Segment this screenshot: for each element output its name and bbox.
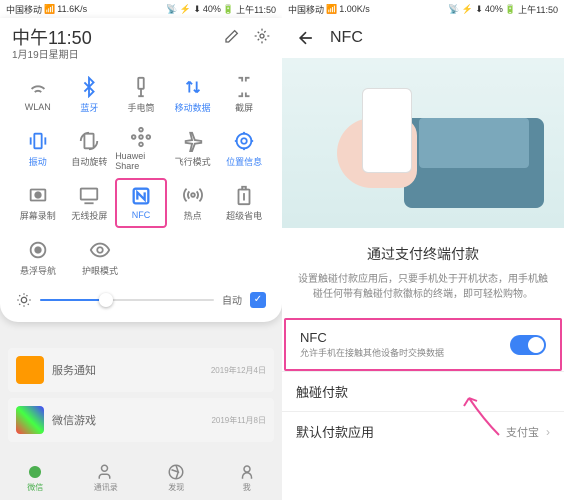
hot-icon [182, 184, 204, 206]
tile-bat[interactable]: 超级省电 [218, 178, 270, 228]
nav-通讯录[interactable]: 通讯录 [71, 456, 142, 500]
notification-app-icon [16, 406, 44, 434]
page-title: NFC [330, 29, 363, 47]
flash-icon [130, 76, 152, 98]
auto-brightness-checkbox[interactable]: ✓ [250, 292, 266, 308]
tile-eye[interactable]: 护眼模式 [82, 234, 118, 282]
tile-wifi[interactable]: WLAN [12, 70, 64, 120]
cast-icon [78, 184, 100, 206]
speed-label: 11.6K/s [57, 4, 87, 14]
section-description: 设置触碰付款应用后，只要手机处于开机状态，用手机触碰任何带有触碰付款徽标的终端，… [296, 272, 550, 302]
edit-icon[interactable] [224, 28, 240, 44]
carrier-label: 中国移动 [6, 3, 42, 16]
nfc-label: NFC [300, 330, 510, 345]
settings-header: NFC [282, 18, 564, 58]
bt-icon [78, 76, 100, 98]
brightness-row: 自动 ✓ [12, 292, 270, 308]
wifi-icon [27, 77, 49, 99]
floating-tiles: 悬浮导航护眼模式 [12, 228, 270, 282]
tile-navball[interactable]: 悬浮导航 [20, 234, 56, 282]
brightness-slider[interactable] [40, 299, 214, 301]
navball-icon [27, 239, 49, 261]
notification-app-icon [16, 356, 44, 384]
nfc-icon [130, 185, 152, 207]
nfc-sublabel: 允许手机在接触其他设备时交换数据 [300, 346, 510, 359]
tile-plane[interactable]: 飞行模式 [167, 124, 219, 174]
panel-time: 中午11:50 [12, 28, 92, 50]
shot-icon [233, 76, 255, 98]
tile-share[interactable]: Huawei Share [115, 124, 167, 174]
loc-icon [233, 130, 255, 152]
section-heading: 通过支付终端付款 [296, 244, 550, 264]
tile-rec[interactable]: 屏幕录制 [12, 178, 64, 228]
quick-settings-panel: 中午11:50 1月19日星期日 WLAN蓝牙手电筒移动数据截屏振动自动旋转Hu… [0, 18, 282, 322]
tile-nfc[interactable]: NFC [115, 178, 167, 228]
tile-rot[interactable]: 自动旋转 [64, 124, 116, 174]
nav-发现[interactable]: 发现 [141, 456, 212, 500]
tile-hot[interactable]: 热点 [167, 178, 219, 228]
battery-label: 40% [203, 4, 221, 14]
nav-微信[interactable]: 微信 [0, 456, 71, 500]
status-bar: 中国移动 📶 1.00K/s 📡 ⚡ ⬇ 40% 🔋 上午11:50 [282, 0, 564, 18]
nav-我[interactable]: 我 [212, 456, 283, 500]
gear-icon[interactable] [254, 28, 270, 44]
vib-icon [27, 130, 49, 152]
tile-vib[interactable]: 振动 [12, 124, 64, 174]
eye-icon [89, 239, 111, 261]
nfc-toggle-row[interactable]: NFC 允许手机在接触其他设备时交换数据 [284, 318, 562, 371]
tile-bt[interactable]: 蓝牙 [64, 70, 116, 120]
nfc-toggle[interactable] [510, 335, 546, 355]
rot-icon [78, 130, 100, 152]
plane-icon [182, 130, 204, 152]
tile-shot[interactable]: 截屏 [218, 70, 270, 120]
default-app-row[interactable]: 默认付款应用 支付宝 › [282, 411, 564, 451]
tile-data[interactable]: 移动数据 [167, 70, 219, 120]
chevron-right-icon: › [546, 425, 550, 439]
share-icon [130, 126, 152, 148]
status-time: 上午11:50 [236, 3, 276, 16]
background-notifications: 服务通知 2019年12月4日 微信游戏 2019年11月8日 [0, 340, 282, 456]
rec-icon [27, 184, 49, 206]
status-bar: 中国移动 📶 11.6K/s 📡 ⚡ ⬇ 40% 🔋 上午11:50 [0, 0, 282, 18]
quick-settings-screen: 中国移动 📶 11.6K/s 📡 ⚡ ⬇ 40% 🔋 上午11:50 中午11:… [0, 0, 282, 500]
tiles-grid: WLAN蓝牙手电筒移动数据截屏振动自动旋转Huawei Share飞行模式位置信… [12, 70, 270, 228]
brightness-icon [16, 292, 32, 308]
nfc-settings-screen: 中国移动 📶 1.00K/s 📡 ⚡ ⬇ 40% 🔋 上午11:50 NFC 通… [282, 0, 564, 500]
auto-brightness-label: 自动 [222, 292, 242, 307]
bottom-nav: 微信通讯录发现我 [0, 456, 282, 500]
tile-flash[interactable]: 手电筒 [115, 70, 167, 120]
nfc-illustration [282, 58, 564, 228]
bat-icon [233, 184, 255, 206]
back-icon[interactable] [296, 28, 316, 48]
panel-date: 1月19日星期日 [12, 50, 92, 62]
tile-loc[interactable]: 位置信息 [218, 124, 270, 174]
tile-cast[interactable]: 无线投屏 [64, 178, 116, 228]
notification-item[interactable]: 服务通知 2019年12月4日 [8, 348, 274, 392]
touch-pay-row[interactable]: 触碰付款 [282, 371, 564, 411]
notification-item[interactable]: 微信游戏 2019年11月8日 [8, 398, 274, 442]
data-icon [182, 76, 204, 98]
default-app-value: 支付宝 [506, 424, 539, 440]
